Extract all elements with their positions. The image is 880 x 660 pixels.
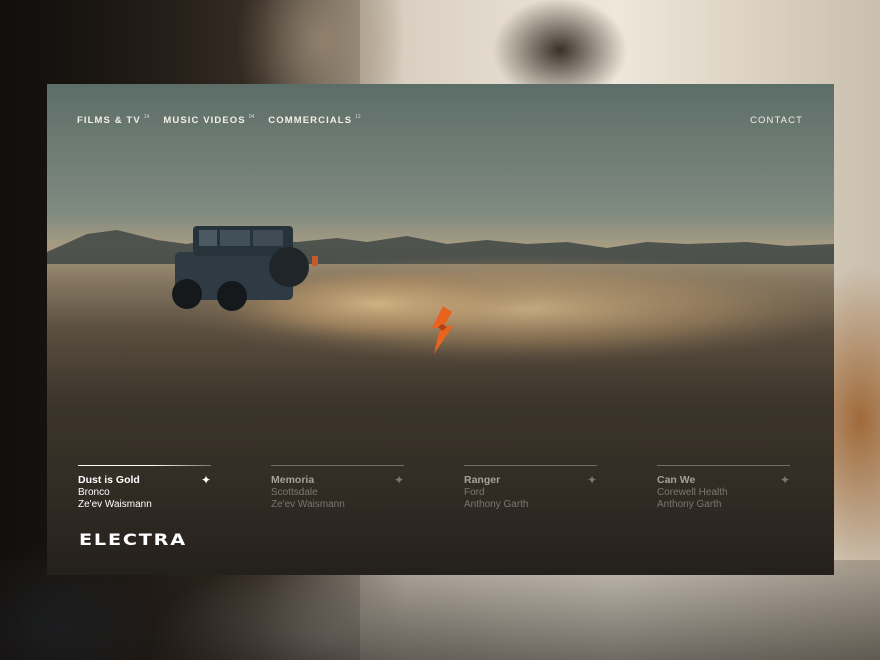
nav-music-videos-label: MUSIC VIDEOS: [163, 115, 246, 126]
project-list: Dust is Gold ✦ Bronco Ze'ev Waismann Mem…: [78, 465, 790, 510]
nav-commercials-label: COMMERCIALS: [268, 115, 353, 126]
project-title: Memoria: [271, 474, 315, 486]
project-item-memoria[interactable]: Memoria ✦ Scottsdale Ze'ev Waismann: [271, 465, 404, 510]
project-director: Ze'ev Waismann: [78, 499, 152, 510]
project-director: Ze'ev Waismann: [271, 499, 345, 510]
plus-icon[interactable]: ✦: [394, 474, 404, 486]
project-client: Corewell Health: [657, 487, 728, 498]
nav-music-videos-count: 04: [248, 114, 255, 120]
progress-bar: [271, 465, 404, 466]
project-client: Bronco: [78, 487, 110, 498]
project-title: Can We: [657, 474, 696, 486]
main-nav: FILMS & TV 14 MUSIC VIDEOS 04 COMMERCIALS 1…: [77, 114, 361, 126]
bolt-diamond-icon[interactable]: [428, 306, 456, 354]
background-bottom: [0, 560, 880, 660]
progress-bar: [657, 465, 790, 466]
project-title: Dust is Gold: [78, 474, 140, 486]
plus-icon[interactable]: ✦: [587, 474, 597, 486]
nav-commercials-count: 12: [355, 114, 361, 120]
project-director: Anthony Garth: [464, 499, 529, 510]
project-director: Anthony Garth: [657, 499, 722, 510]
nav-commercials[interactable]: COMMERCIALS 12: [268, 114, 361, 126]
nav-films-tv-label: FILMS & TV: [77, 115, 141, 126]
project-client: Ford: [464, 487, 485, 498]
project-title: Ranger: [464, 474, 501, 486]
project-item-ranger[interactable]: Ranger ✦ Ford Anthony Garth: [464, 465, 597, 510]
project-item-dust-is-gold[interactable]: Dust is Gold ✦ Bronco Ze'ev Waismann: [78, 465, 211, 510]
project-item-can-we[interactable]: Can We ✦ Corewell Health Anthony Garth: [657, 465, 790, 510]
project-client: Scottsdale: [271, 487, 318, 498]
hero-frame: FILMS & TV 14 MUSIC VIDEOS 04 COMMERCIALS 1…: [47, 84, 834, 575]
plus-icon[interactable]: ✦: [201, 474, 211, 486]
plus-icon[interactable]: ✦: [780, 474, 790, 486]
nav-music-videos[interactable]: MUSIC VIDEOS 04: [163, 114, 255, 126]
nav-films-tv[interactable]: FILMS & TV 14: [77, 114, 150, 126]
brand-logo[interactable]: ELECTRA: [79, 530, 187, 549]
progress-bar: [464, 465, 597, 466]
contact-link[interactable]: CONTACT: [750, 115, 803, 126]
nav-films-tv-count: 14: [143, 114, 150, 120]
progress-bar: [78, 465, 211, 466]
